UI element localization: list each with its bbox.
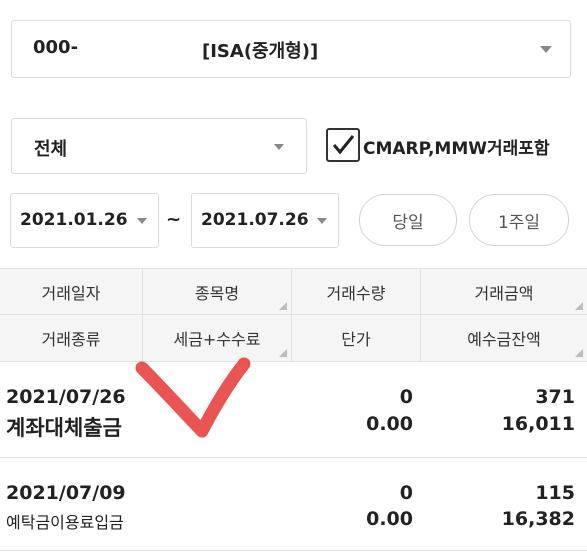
date-separator: ~ bbox=[166, 209, 182, 230]
row-amount: 371 bbox=[535, 386, 575, 408]
account-number: 000- bbox=[33, 37, 79, 58]
row-balance: 16,011 bbox=[501, 413, 575, 435]
row-date: 2021/07/09 bbox=[6, 482, 126, 504]
row-price: 0.00 bbox=[366, 508, 413, 530]
checkmark-icon bbox=[332, 135, 355, 155]
row-date: 2021/07/26 bbox=[6, 386, 126, 408]
end-date: 2021.07.26 bbox=[201, 210, 309, 230]
chevron-down-icon bbox=[137, 218, 147, 224]
chevron-down-icon bbox=[540, 46, 552, 53]
table-row[interactable]: 2021/07/09 예탁금이용료입금 0 0.00 115 16,382 bbox=[0, 459, 587, 551]
checkbox-label: CMARP,MMW거래포함 bbox=[363, 139, 550, 159]
row-qty: 0 bbox=[399, 482, 413, 504]
scope-select[interactable]: 전체 bbox=[11, 118, 307, 174]
row-balance: 16,382 bbox=[501, 508, 575, 530]
row-amount: 115 bbox=[535, 482, 575, 504]
account-type: [ISA(중개형)] bbox=[202, 41, 319, 62]
chevron-down-icon bbox=[317, 218, 327, 224]
sort-corner-icon bbox=[575, 302, 583, 310]
header-trade-kind: 거래종류 bbox=[0, 315, 143, 361]
row-qty: 0 bbox=[399, 386, 413, 408]
row-price: 0.00 bbox=[366, 413, 413, 435]
header-security-name[interactable]: 종목명 bbox=[143, 269, 292, 315]
header-trade-qty: 거래수량 bbox=[292, 269, 421, 315]
cmarp-mmw-checkbox[interactable] bbox=[326, 128, 360, 162]
sort-corner-icon bbox=[279, 349, 287, 357]
table-row[interactable]: 2021/07/26 계좌대체출금 0 0.00 371 16,011 bbox=[0, 362, 587, 458]
today-button[interactable]: 당일 bbox=[359, 194, 457, 246]
sort-corner-icon bbox=[279, 302, 287, 310]
header-trade-date: 거래일자 bbox=[0, 269, 143, 315]
header-unit-price: 단가 bbox=[292, 315, 421, 361]
one-week-button[interactable]: 1주일 bbox=[469, 194, 569, 246]
red-checkmark-annotation bbox=[135, 357, 251, 438]
scope-value: 전체 bbox=[34, 139, 68, 160]
row-kind: 계좌대체출금 bbox=[6, 416, 122, 440]
start-date-select[interactable]: 2021.01.26 bbox=[10, 193, 159, 248]
row-kind: 예탁금이용료입금 bbox=[6, 513, 124, 532]
account-select[interactable]: 000- [ISA(중개형)] bbox=[11, 20, 571, 78]
chevron-down-icon bbox=[274, 144, 284, 150]
end-date-select[interactable]: 2021.07.26 bbox=[191, 193, 339, 248]
header-deposit-balance[interactable]: 예수금잔액 bbox=[421, 315, 587, 361]
header-trade-amount[interactable]: 거래금액 bbox=[421, 269, 587, 315]
header-tax-fee[interactable]: 세금+수수료 bbox=[143, 315, 292, 361]
start-date: 2021.01.26 bbox=[20, 210, 128, 230]
sort-corner-icon bbox=[575, 349, 583, 357]
